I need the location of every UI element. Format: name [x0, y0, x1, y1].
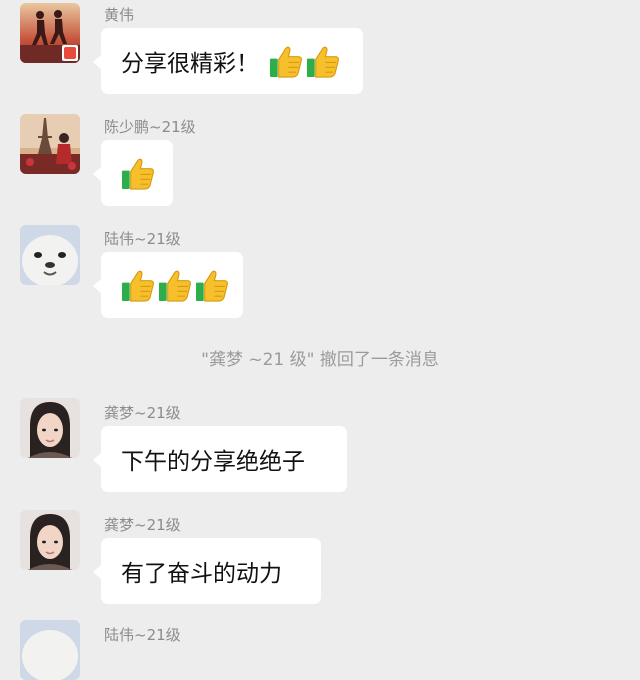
recall-notice: "龚梦 ~21 级" 撤回了一条消息: [201, 350, 439, 370]
thumbs-up-icon: [158, 269, 191, 302]
message-bubble[interactable]: [93, 140, 173, 206]
sender-name: 龚梦~21级: [104, 404, 181, 422]
message-bubble[interactable]: 分享很精彩！: [93, 28, 363, 94]
message-bubble[interactable]: 下午的分享绝绝子: [93, 426, 347, 492]
woman-avatar[interactable]: [20, 510, 80, 570]
thumbs-up-group: [269, 45, 339, 78]
sender-name: 陆伟~21级: [104, 230, 181, 248]
woman-avatar[interactable]: [20, 398, 80, 458]
thumbs-up-group: [121, 269, 228, 302]
paris-avatar[interactable]: [20, 114, 80, 174]
thumbs-up-icon: [121, 269, 154, 302]
thumbs-up-icon: [121, 157, 154, 190]
runners-avatar[interactable]: [20, 3, 80, 63]
sender-name: 黄伟: [104, 6, 135, 24]
sender-name: 陈少鹏~21级: [104, 118, 196, 136]
thumbs-up-group: [121, 157, 154, 190]
thumbs-up-icon: [195, 269, 228, 302]
message-text: 下午的分享绝绝子: [121, 449, 305, 475]
sender-name: 陆伟~21级: [104, 626, 181, 644]
message-text: 分享很精彩！: [121, 51, 259, 77]
message-text: 有了奋斗的动力: [121, 561, 282, 587]
thumbs-up-icon: [306, 45, 339, 78]
message-bubble[interactable]: 有了奋斗的动力: [93, 538, 321, 604]
seal-avatar[interactable]: [20, 620, 80, 680]
thumbs-up-icon: [269, 45, 302, 78]
sender-name: 龚梦~21级: [104, 516, 181, 534]
message-bubble[interactable]: [93, 252, 243, 318]
seal-avatar[interactable]: [20, 225, 80, 285]
